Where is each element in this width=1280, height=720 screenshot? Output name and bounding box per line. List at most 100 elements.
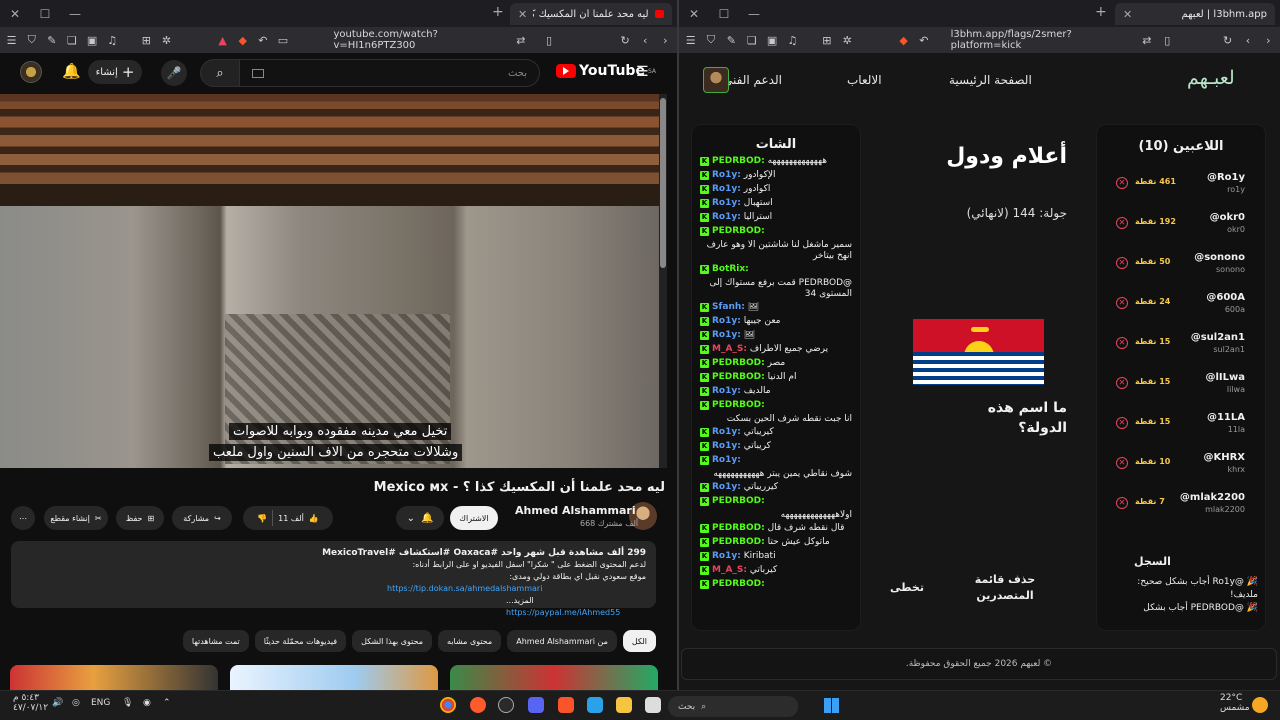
brave-shield-icon[interactable]: ◆ xyxy=(237,34,248,47)
description-link[interactable]: https://paypal.me/iAhmed55 xyxy=(506,608,620,617)
tab-l3bhm[interactable]: l3bhm.app | لعبهم ✕ xyxy=(1115,3,1275,25)
shield-icon[interactable]: ⛉ xyxy=(705,33,716,46)
skip-button[interactable]: تخطى xyxy=(887,580,927,596)
remove-player-icon[interactable]: ✕ xyxy=(1116,417,1128,429)
remove-player-icon[interactable]: ✕ xyxy=(1116,297,1128,309)
chat-username[interactable]: PEDRBOD: xyxy=(712,372,765,382)
speaker-icon[interactable]: 🔊 xyxy=(52,698,63,708)
chat-username[interactable]: Ro1y: xyxy=(712,482,741,492)
subscribe-button[interactable]: الاشتراك xyxy=(450,506,498,530)
new-tab-button[interactable]: + xyxy=(1095,4,1107,20)
firefox-icon[interactable] xyxy=(470,697,486,713)
chat-username[interactable]: Sfanh: xyxy=(712,302,745,312)
chip-all[interactable]: الكل xyxy=(622,630,656,652)
sidebar-menu-icon[interactable]: ☰ xyxy=(6,34,17,47)
clock[interactable]: ٥:٤٣ م ٤٧/٠٧/١٢ xyxy=(13,693,48,713)
music-icon[interactable]: ♫ xyxy=(107,34,118,47)
save-button[interactable]: حفظ ⊞ xyxy=(116,506,164,530)
reload-icon[interactable]: ↻ xyxy=(1222,34,1233,47)
page-scrollbar[interactable] xyxy=(659,94,667,468)
site-settings-icon[interactable]: ⇄ xyxy=(1141,34,1152,47)
related-video-thumbnail[interactable] xyxy=(450,665,658,690)
chat-username[interactable]: PEDRBOD: xyxy=(712,156,765,166)
reload-icon[interactable]: ↻ xyxy=(620,34,631,47)
chat-username[interactable]: PEDRBOD: xyxy=(712,496,765,506)
chat-username[interactable]: BotRix: xyxy=(712,264,749,274)
remove-player-icon[interactable]: ✕ xyxy=(1116,457,1128,469)
chat-username[interactable]: PEDRBOD: xyxy=(712,358,765,368)
vpn-icon[interactable]: ▲ xyxy=(217,34,228,47)
chat-username[interactable]: PEDRBOD: xyxy=(712,579,765,589)
search-input[interactable]: بحث xyxy=(240,59,540,87)
bookmark-icon[interactable]: ▯ xyxy=(1162,34,1173,47)
clear-leaderboard-button[interactable]: حذف قائمة المتصدرين xyxy=(965,572,1045,604)
chip-from-channel[interactable]: من Ahmed Alshammari xyxy=(507,630,617,652)
search-icon[interactable]: ⌕ xyxy=(200,59,240,87)
notifications-bell-icon[interactable]: 🔔 xyxy=(62,62,81,80)
shield-icon[interactable]: ⛉ xyxy=(26,33,37,46)
close-tab-icon[interactable]: ✕ xyxy=(518,8,527,21)
brave-shield-icon[interactable]: ◆ xyxy=(898,34,909,47)
remove-player-icon[interactable]: ✕ xyxy=(1116,377,1128,389)
chat-username[interactable]: M_A_S: xyxy=(712,565,747,575)
chat-username[interactable]: PEDRBOD: xyxy=(712,523,765,533)
chrome-icon[interactable] xyxy=(440,697,456,713)
maximize-window-icon[interactable]: ☐ xyxy=(30,7,60,21)
forward-icon[interactable]: › xyxy=(1263,34,1274,47)
chevron-up-icon[interactable]: ⌃ xyxy=(163,698,171,708)
taskbar-search[interactable]: ⌕ بحث xyxy=(668,696,798,717)
more-actions-icon[interactable]: ⋯ xyxy=(11,506,35,530)
account-avatar[interactable] xyxy=(20,61,42,83)
chat-username[interactable]: PEDRBOD: xyxy=(712,537,765,547)
chip-recent[interactable]: فيديوهات محمّلة حديثًا xyxy=(254,630,347,652)
chat-username[interactable]: Ro1y: xyxy=(712,212,741,222)
dislike-icon[interactable]: 👎 xyxy=(257,514,267,523)
task-view-icon[interactable] xyxy=(645,697,661,713)
minimize-window-icon[interactable]: — xyxy=(60,7,90,21)
chat-username[interactable]: Ro1y: xyxy=(712,170,741,180)
cast-icon[interactable]: ▭ xyxy=(277,34,288,47)
share-button[interactable]: مشاركة ↪ xyxy=(172,506,232,530)
chat-username[interactable]: PEDRBOD: xyxy=(712,226,765,236)
new-tab-button[interactable]: + xyxy=(492,4,504,20)
windows-start-icon[interactable] xyxy=(824,698,839,713)
screenshot-icon[interactable]: ⊞ xyxy=(821,34,832,47)
bookmark-icon[interactable]: ▯ xyxy=(543,34,554,47)
remove-player-icon[interactable]: ✕ xyxy=(1116,257,1128,269)
language-indicator[interactable]: ENG xyxy=(91,698,110,708)
like-count[interactable]: 11 ألف xyxy=(278,514,304,523)
description-link[interactable]: https://tip.dokan.sa/ahmedalshammari xyxy=(21,583,646,595)
chat-username[interactable]: Ro1y: xyxy=(712,198,741,208)
brave-icon[interactable] xyxy=(558,697,574,713)
address-bar[interactable]: youtube.com/watch?v=HI1n6PTZ300 xyxy=(334,29,507,51)
back-history-icon[interactable]: ↶ xyxy=(918,34,929,47)
network-icon[interactable]: ◎ xyxy=(72,698,80,708)
close-tab-icon[interactable]: ✕ xyxy=(1123,8,1132,21)
app-icon[interactable] xyxy=(498,697,514,713)
chat-username[interactable]: Ro1y: xyxy=(712,427,741,437)
chat-username[interactable]: PEDRBOD: xyxy=(712,400,765,410)
close-window-icon[interactable]: ✕ xyxy=(679,7,709,21)
show-more-link[interactable]: ...المزيد xyxy=(506,596,534,605)
close-window-icon[interactable]: ✕ xyxy=(0,7,30,21)
chip-format[interactable]: محتوى بهذا الشكل xyxy=(352,630,433,652)
remove-player-icon[interactable]: ✕ xyxy=(1116,497,1128,509)
nav-home[interactable]: الصفحة الرئيسية xyxy=(949,73,1032,87)
forward-icon[interactable]: › xyxy=(660,34,671,47)
like-icon[interactable]: 👍 xyxy=(309,514,319,523)
chat-username[interactable]: Ro1y: xyxy=(712,316,741,326)
music-icon[interactable]: ♫ xyxy=(787,34,798,47)
remove-player-icon[interactable]: ✕ xyxy=(1116,177,1128,189)
screenshot-icon[interactable]: ⊞ xyxy=(141,34,152,47)
tabs-icon[interactable]: ❏ xyxy=(746,34,757,47)
nav-games[interactable]: الالعاب xyxy=(847,73,882,87)
create-button[interactable]: إنشاء + xyxy=(88,60,142,84)
nav-support[interactable]: الدعم الفني xyxy=(723,73,782,87)
site-logo[interactable]: لعبـهم xyxy=(1187,67,1235,89)
reader-icon[interactable]: ▣ xyxy=(766,34,777,47)
sidebar-menu-icon[interactable]: ☰ xyxy=(685,34,696,47)
user-avatar[interactable] xyxy=(703,67,729,93)
clip-button[interactable]: إنشاء مقطع ✂ xyxy=(44,506,108,530)
pin-icon[interactable]: ✎ xyxy=(726,34,737,47)
remove-player-icon[interactable]: ✕ xyxy=(1116,217,1128,229)
